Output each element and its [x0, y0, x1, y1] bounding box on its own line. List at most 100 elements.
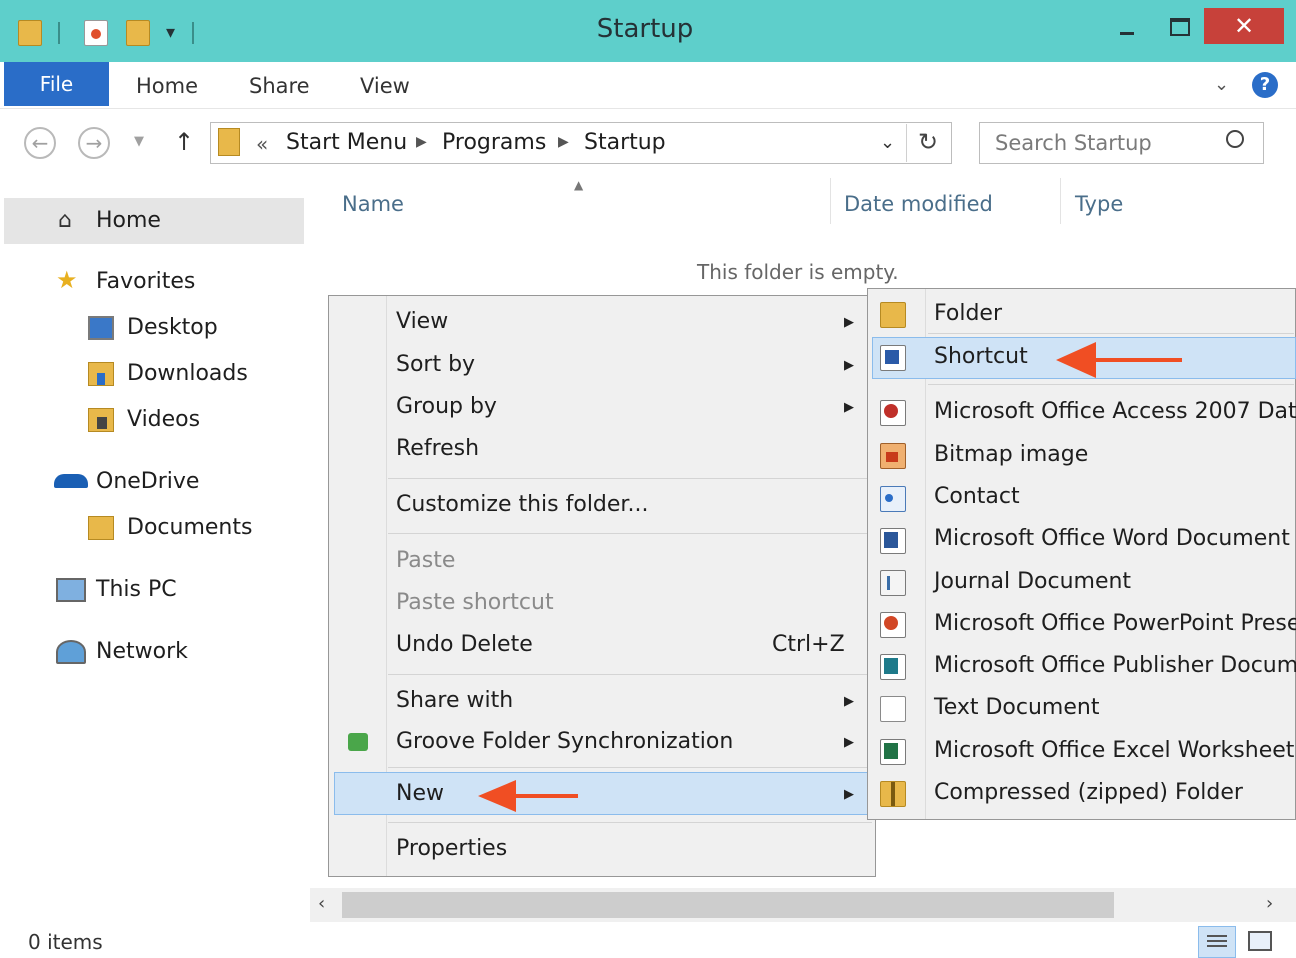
downloads-icon	[88, 362, 114, 386]
tab-file[interactable]: File	[4, 62, 109, 106]
recent-locations-icon[interactable]: ▼	[134, 134, 144, 149]
column-divider[interactable]	[1060, 178, 1061, 224]
annotation-arrow-head	[1056, 342, 1096, 378]
window-title: Startup	[596, 14, 694, 44]
tab-view[interactable]: View	[360, 74, 410, 98]
contact-icon	[880, 486, 906, 512]
videos-icon	[88, 408, 114, 432]
tab-home[interactable]: Home	[136, 74, 198, 98]
breadcrumb-programs[interactable]: Programs	[442, 130, 546, 155]
publisher-icon	[880, 654, 906, 680]
forward-button[interactable]: →	[78, 127, 110, 159]
nav-this-pc[interactable]: This PC	[96, 577, 177, 602]
breadcrumb-separator[interactable]: ▶	[558, 134, 569, 150]
bitmap-icon	[880, 443, 906, 469]
menu-separator	[388, 767, 872, 768]
nav-network[interactable]: Network	[96, 639, 188, 664]
overflow-chevron[interactable]: «	[256, 132, 268, 156]
column-date-modified[interactable]: Date modified	[844, 192, 993, 216]
up-arrow-icon[interactable]: ↑	[174, 128, 194, 156]
breadcrumb-startup[interactable]: Startup	[584, 130, 666, 155]
menu-item-refresh[interactable]: Refresh	[396, 436, 479, 461]
menu-item-new[interactable]: New	[396, 781, 444, 806]
menu-separator	[388, 478, 872, 479]
zip-folder-icon	[880, 781, 906, 807]
nav-videos[interactable]: Videos	[127, 407, 200, 432]
address-divider	[906, 124, 907, 162]
new-powerpoint-item[interactable]: Microsoft Office PowerPoint Prese	[934, 611, 1296, 636]
close-button[interactable]: ✕	[1204, 8, 1284, 44]
nav-downloads[interactable]: Downloads	[127, 361, 248, 386]
details-view-icon[interactable]	[1198, 926, 1236, 958]
nav-favorites[interactable]: Favorites	[96, 269, 195, 294]
menu-item-properties[interactable]: Properties	[396, 836, 507, 861]
scroll-left-icon[interactable]: ‹	[318, 893, 325, 914]
menu-item-groove-sync[interactable]: Groove Folder Synchronization	[396, 729, 733, 754]
submenu-arrow-icon: ▶	[844, 787, 854, 802]
refresh-icon[interactable]: ↻	[918, 128, 938, 156]
this-pc-icon	[56, 578, 86, 602]
undo-keyboard-shortcut: Ctrl+Z	[772, 632, 845, 657]
menu-item-paste[interactable]: Paste	[396, 548, 455, 573]
column-name[interactable]: Name	[342, 192, 404, 216]
breadcrumb-start-menu[interactable]: Start Menu	[286, 130, 407, 155]
address-dropdown-icon[interactable]: ⌄	[880, 132, 895, 153]
new-publisher-item[interactable]: Microsoft Office Publisher Docum	[934, 653, 1296, 678]
submenu-arrow-icon: ▶	[844, 358, 854, 373]
expand-ribbon-icon[interactable]: ⌄	[1214, 74, 1229, 95]
menu-item-share-with[interactable]: Share with	[396, 688, 513, 713]
search-icon[interactable]	[1226, 130, 1244, 148]
new-bitmap-item[interactable]: Bitmap image	[934, 442, 1088, 467]
status-item-count: 0 items	[28, 930, 103, 954]
new-journal-document-item[interactable]: Journal Document	[934, 569, 1131, 594]
home-icon: ⌂	[58, 208, 72, 233]
new-folder-item[interactable]: Folder	[934, 301, 1002, 326]
minimize-button[interactable]	[1108, 8, 1148, 44]
excel-icon	[880, 739, 906, 765]
help-icon[interactable]: ?	[1252, 72, 1278, 98]
submenu-separator	[928, 333, 1294, 334]
menu-item-customize-folder[interactable]: Customize this folder...	[396, 492, 648, 517]
nav-documents[interactable]: Documents	[127, 515, 252, 540]
new-contact-item[interactable]: Contact	[934, 484, 1020, 509]
back-button[interactable]: ←	[24, 127, 56, 159]
menu-item-group-by[interactable]: Group by	[396, 394, 497, 419]
new-shortcut-item[interactable]: Shortcut	[934, 344, 1028, 369]
menu-item-undo-delete[interactable]: Undo Delete	[396, 632, 533, 657]
column-divider[interactable]	[830, 178, 831, 224]
menu-separator	[388, 822, 872, 823]
new-compressed-folder-item[interactable]: Compressed (zipped) Folder	[934, 780, 1243, 805]
submenu-separator	[928, 384, 1294, 385]
sort-ascending-icon: ▲	[574, 178, 584, 192]
maximize-button[interactable]	[1156, 8, 1202, 44]
submenu-arrow-icon: ▶	[844, 400, 854, 415]
menu-item-view[interactable]: View	[396, 309, 448, 334]
tab-share[interactable]: Share	[249, 74, 310, 98]
menu-separator	[388, 674, 872, 675]
scroll-right-icon[interactable]: ›	[1266, 893, 1273, 914]
new-access-database-item[interactable]: Microsoft Office Access 2007 Datab	[934, 399, 1296, 424]
network-icon	[56, 640, 86, 664]
annotation-arrow-head	[478, 780, 516, 812]
new-word-document-item[interactable]: Microsoft Office Word Document	[934, 526, 1290, 551]
scrollbar-thumb[interactable]	[342, 892, 1114, 918]
folder-icon	[880, 302, 906, 328]
word-icon	[880, 528, 906, 554]
large-icons-view-icon[interactable]	[1248, 931, 1272, 951]
menu-item-sort-by[interactable]: Sort by	[396, 352, 475, 377]
breadcrumb-separator[interactable]: ▶	[416, 134, 427, 150]
new-text-document-item[interactable]: Text Document	[934, 695, 1099, 720]
folder-icon	[218, 128, 240, 156]
submenu-arrow-icon: ▶	[844, 315, 854, 330]
star-icon: ★	[56, 266, 78, 294]
empty-folder-message: This folder is empty.	[697, 260, 899, 284]
powerpoint-icon	[880, 612, 906, 638]
new-excel-worksheet-item[interactable]: Microsoft Office Excel Worksheet	[934, 738, 1294, 763]
column-type[interactable]: Type	[1075, 192, 1123, 216]
menu-item-paste-shortcut[interactable]: Paste shortcut	[396, 590, 554, 615]
documents-folder-icon	[88, 516, 114, 540]
nav-home[interactable]: Home	[96, 208, 161, 233]
nav-onedrive[interactable]: OneDrive	[96, 469, 199, 494]
search-placeholder: Search Startup	[995, 131, 1152, 155]
nav-desktop[interactable]: Desktop	[127, 315, 218, 340]
